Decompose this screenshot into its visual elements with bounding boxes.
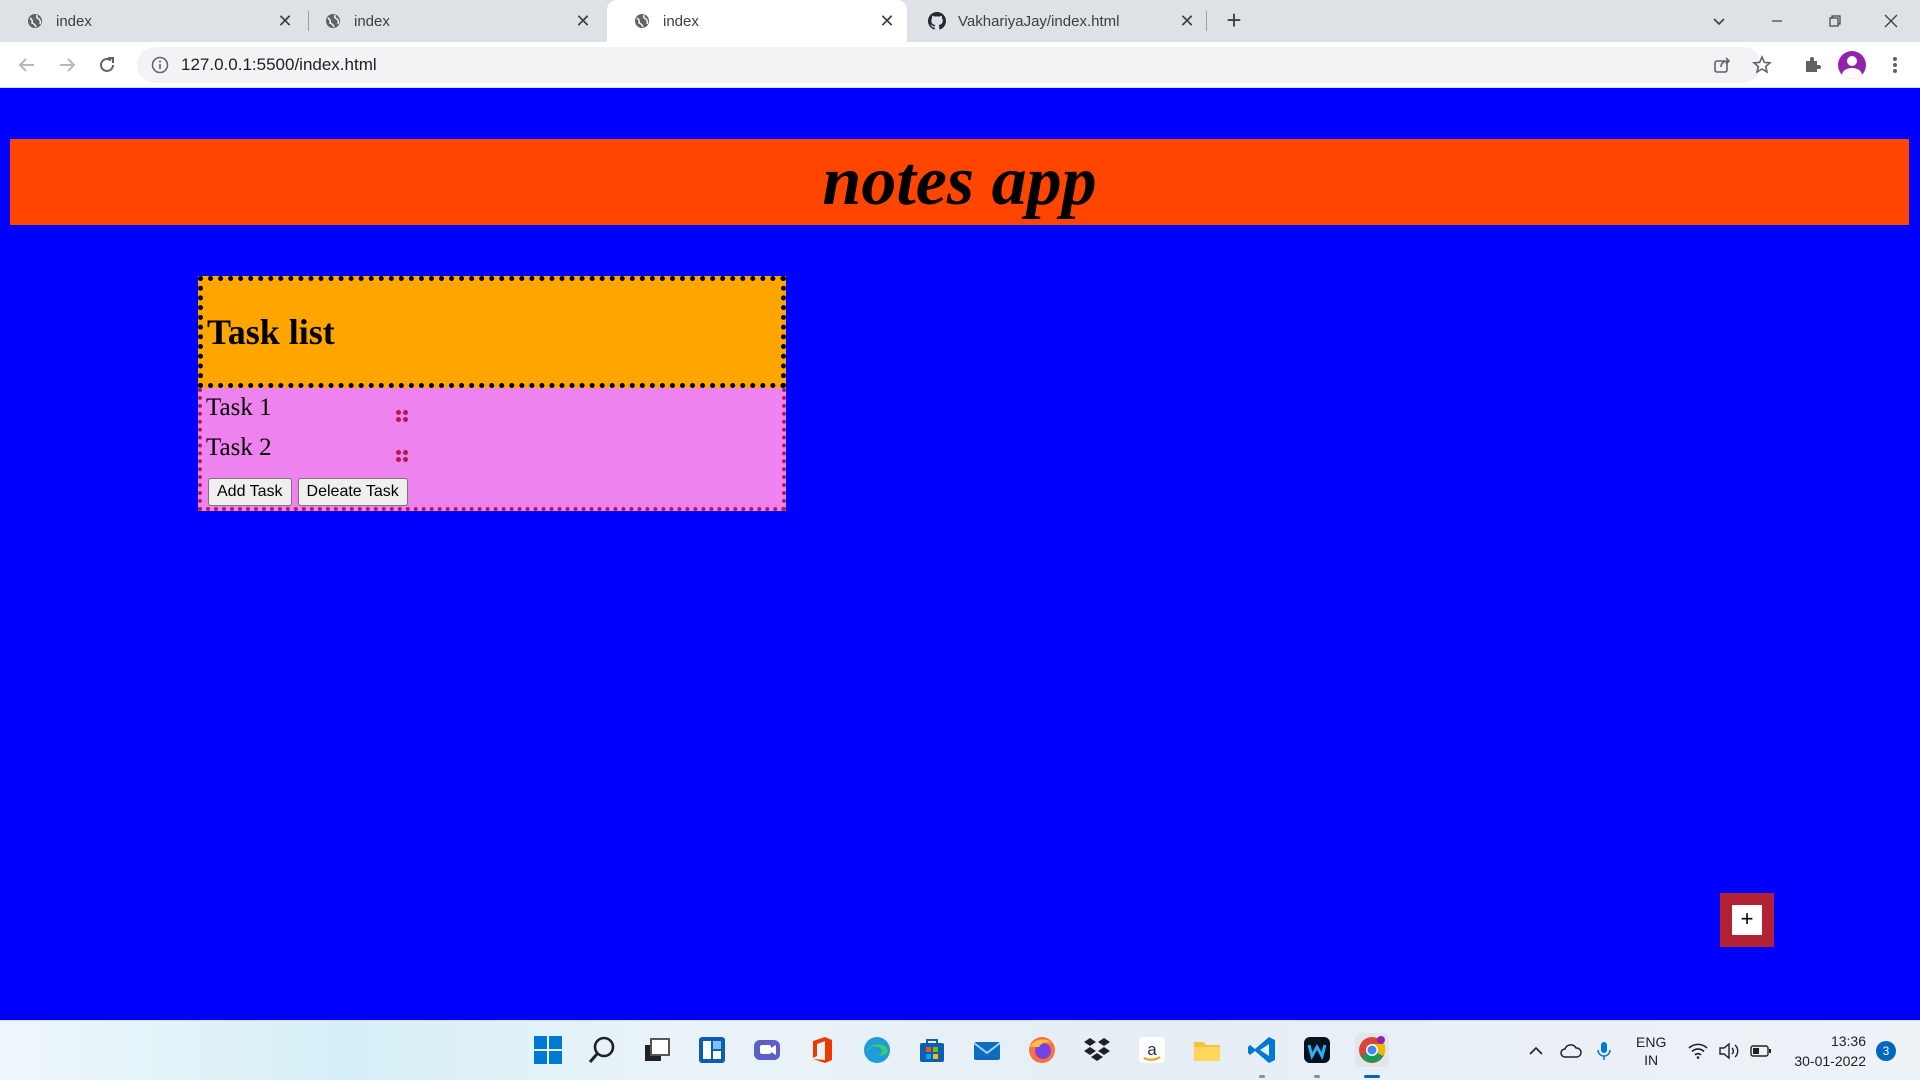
- wifi-icon[interactable]: [1688, 1031, 1708, 1071]
- back-arrow-icon[interactable]: [12, 50, 42, 80]
- windows-taskbar: a ENG IN 13:36 30-01-2022 3: [0, 1020, 1920, 1080]
- github-icon: [928, 12, 946, 30]
- plus-icon[interactable]: +: [1732, 905, 1762, 935]
- firefox-icon[interactable]: [1025, 1033, 1059, 1067]
- show-hidden-icons-chevron-icon[interactable]: [1528, 1031, 1544, 1071]
- store-icon[interactable]: [915, 1033, 949, 1067]
- tab-title: VakhariyaJay/index.html: [958, 12, 1120, 30]
- share-icon[interactable]: [1707, 50, 1737, 80]
- reload-icon[interactable]: [92, 50, 122, 80]
- add-note-fab[interactable]: +: [1720, 893, 1774, 947]
- globe-icon: [26, 12, 44, 30]
- vscode-icon[interactable]: [1245, 1033, 1279, 1067]
- task-actions: Add Task Deleate Task: [208, 478, 408, 506]
- mail-icon[interactable]: [970, 1033, 1004, 1067]
- tab-search-chevron-icon[interactable]: [1690, 0, 1748, 42]
- windows-start-icon[interactable]: [531, 1033, 565, 1067]
- language-code: ENG: [1636, 1034, 1667, 1050]
- browser-tab-1[interactable]: index ✕: [0, 0, 305, 42]
- task-label: Task 2: [206, 434, 272, 461]
- minimize-icon[interactable]: [1748, 0, 1806, 42]
- task-item[interactable]: Task 2: [206, 428, 782, 468]
- battery-icon[interactable]: [1750, 1031, 1772, 1071]
- close-tab-icon[interactable]: ✕: [877, 11, 897, 31]
- info-icon[interactable]: [151, 56, 169, 74]
- extensions-puzzle-icon[interactable]: [1797, 50, 1827, 80]
- search-icon[interactable]: [585, 1033, 619, 1067]
- webex-icon[interactable]: [1300, 1033, 1334, 1067]
- browser-tab-4[interactable]: VakhariyaJay/index.html ✕: [902, 0, 1207, 42]
- browser-tab-2[interactable]: index ✕: [298, 0, 603, 42]
- bookmark-star-icon[interactable]: [1747, 50, 1777, 80]
- tab-title: index: [354, 12, 390, 30]
- microphone-icon[interactable]: [1597, 1031, 1611, 1071]
- tab-title: index: [56, 12, 92, 30]
- address-bar[interactable]: 127.0.0.1:5500/index.html: [137, 47, 1761, 83]
- input-language-indicator[interactable]: ENG IN: [1636, 1031, 1666, 1071]
- system-clock[interactable]: 13:36 30-01-2022: [1786, 1031, 1866, 1071]
- globe-icon: [633, 12, 651, 30]
- onedrive-cloud-icon[interactable]: [1560, 1031, 1582, 1071]
- amazon-icon[interactable]: a: [1135, 1033, 1169, 1067]
- running-indicator: [1259, 1075, 1265, 1078]
- chrome-icon[interactable]: [1355, 1033, 1389, 1067]
- delete-task-button[interactable]: Deleate Task: [297, 478, 408, 506]
- volume-icon[interactable]: [1718, 1031, 1740, 1071]
- close-window-icon[interactable]: [1862, 0, 1920, 42]
- menu-kebab-icon[interactable]: [1880, 50, 1910, 80]
- running-indicator: [1314, 1075, 1320, 1078]
- url-text: 127.0.0.1:5500/index.html: [181, 55, 377, 74]
- tab-title: index: [663, 12, 699, 30]
- tab-strip: index ✕ index ✕ index ✕ VakhariyaJay/ind…: [0, 0, 1920, 42]
- clock-date: 30-01-2022: [1794, 1053, 1866, 1069]
- office-icon[interactable]: [805, 1033, 839, 1067]
- clock-time: 13:36: [1830, 1033, 1866, 1049]
- drag-handle-icon[interactable]: [396, 410, 410, 422]
- notification-badge[interactable]: 3: [1876, 1041, 1896, 1061]
- forward-arrow-icon[interactable]: [52, 50, 82, 80]
- teams-chat-icon[interactable]: [750, 1033, 784, 1067]
- app-header: notes app: [10, 139, 1909, 225]
- language-region: IN: [1644, 1052, 1659, 1068]
- task-list-header: Task list: [198, 276, 786, 388]
- globe-icon: [324, 12, 342, 30]
- task-list-heading: Task list: [207, 312, 335, 352]
- tab-separator: [1206, 11, 1207, 31]
- active-app-indicator: [1364, 1075, 1380, 1078]
- svg-text:a: a: [1147, 1040, 1157, 1059]
- task-list-body: Task 1 Task 2 Add Task Deleate Task: [198, 388, 786, 511]
- new-tab-button[interactable]: +: [1221, 7, 1247, 34]
- task-list-card: Task list Task 1 Task 2 Add Task Deleate…: [198, 276, 786, 511]
- page-viewport: notes app Task list Task 1 Task 2 Add Ta…: [0, 88, 1920, 1020]
- close-tab-icon[interactable]: ✕: [1177, 11, 1197, 31]
- widgets-icon[interactable]: [695, 1033, 729, 1067]
- drag-handle-icon[interactable]: [396, 450, 410, 462]
- browser-tab-3[interactable]: index ✕: [607, 0, 907, 42]
- close-tab-icon[interactable]: ✕: [573, 11, 593, 31]
- page-title: notes app: [822, 143, 1097, 220]
- task-view-icon[interactable]: [640, 1033, 674, 1067]
- browser-toolbar: 127.0.0.1:5500/index.html: [0, 42, 1920, 88]
- task-item[interactable]: Task 1: [206, 388, 782, 428]
- restore-icon[interactable]: [1806, 0, 1864, 42]
- edge-icon[interactable]: [860, 1033, 894, 1067]
- file-explorer-icon[interactable]: [1190, 1033, 1224, 1067]
- profile-avatar[interactable]: [1838, 51, 1866, 79]
- close-tab-icon[interactable]: ✕: [275, 11, 295, 31]
- task-label: Task 1: [206, 394, 272, 421]
- dropbox-icon[interactable]: [1080, 1033, 1114, 1067]
- add-task-button[interactable]: Add Task: [208, 478, 292, 506]
